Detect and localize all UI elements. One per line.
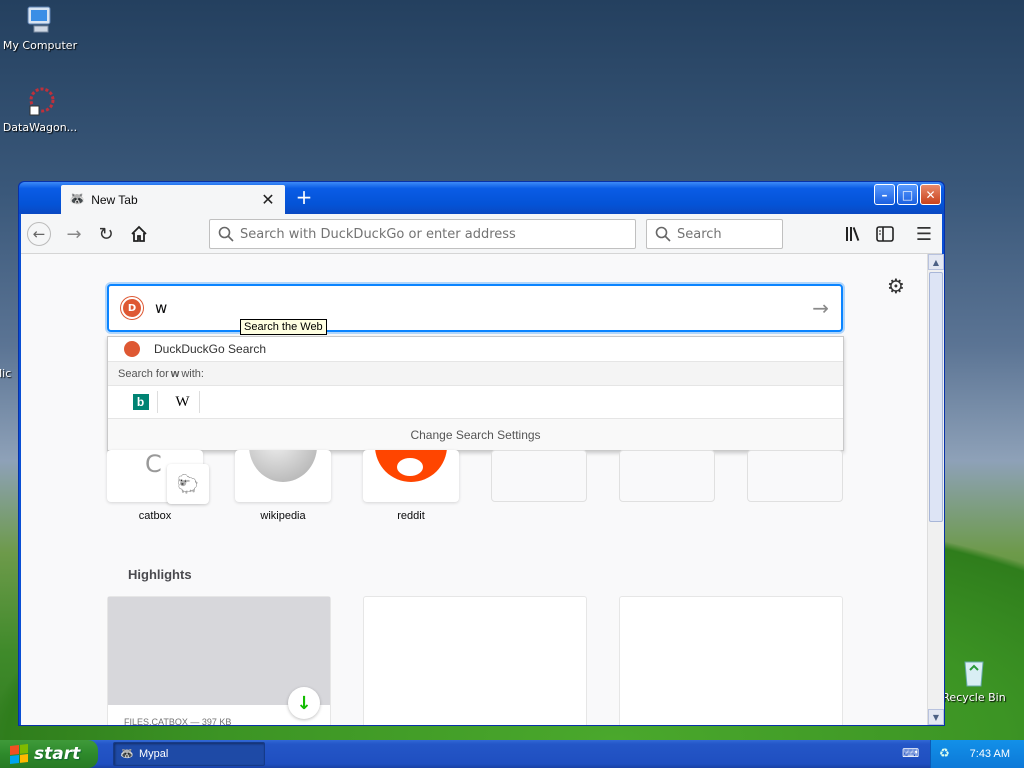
desktop-icon-label: DataWagon... (2, 121, 78, 134)
nav-toolbar: ← → ↻ Search with DuckDuckGo or enter ad… (21, 214, 942, 254)
address-bar[interactable]: Search with DuckDuckGo or enter address (209, 219, 636, 249)
maximize-button[interactable]: □ (897, 184, 918, 205)
tab-favicon-icon: 🦝 (69, 192, 86, 207)
gear-icon[interactable]: ⚙ (887, 274, 905, 298)
system-tray: ♻ 7:43 AM (930, 740, 1024, 768)
change-search-settings-button[interactable]: Change Search Settings (108, 419, 843, 450)
highlight-card-empty (619, 596, 843, 725)
top-site-label: catbox (138, 510, 172, 522)
catbox-logo-icon: C (145, 450, 162, 478)
tooltip: Search the Web (240, 319, 327, 335)
mypal-icon: 🦝 (120, 748, 134, 760)
scroll-down-icon[interactable]: ▼ (928, 709, 944, 725)
highlight-card[interactable]: ↓ FILES.CATBOX — 397 KB (107, 596, 331, 725)
newtab-search-input[interactable]: D w → (107, 284, 843, 332)
suggestion-duckduckgo[interactable]: DuckDuckGo Search (108, 337, 843, 362)
reddit-logo-icon (375, 450, 447, 482)
forward-arrow-icon[interactable]: → (61, 222, 87, 246)
my-computer-desktop-icon[interactable]: My Computer (0, 4, 80, 52)
search-placeholder: Search (677, 226, 722, 242)
highlight-card-empty (363, 596, 587, 725)
duckduckgo-icon (124, 341, 140, 357)
search-for-prefix: Search for (118, 367, 169, 380)
scrollbar-thumb[interactable] (929, 272, 943, 522)
sidebar-icon[interactable] (872, 222, 898, 246)
top-site-empty (747, 450, 843, 502)
library-icon[interactable] (841, 222, 867, 246)
task-label: Mypal (139, 748, 169, 760)
search-icon (655, 226, 671, 242)
browser-window: 🦝 New Tab ✕ + – □ ✕ ← → ↻ Search with Du… (18, 181, 945, 726)
start-label: start (34, 744, 81, 764)
datawagon-icon (24, 86, 56, 118)
tab-new-tab[interactable]: 🦝 New Tab ✕ (61, 185, 285, 214)
menu-hamburger-icon[interactable]: ☰ (911, 222, 937, 246)
search-for-term: w (170, 367, 180, 380)
suggestion-label: DuckDuckGo Search (154, 342, 267, 356)
search-input-value: w (155, 299, 168, 317)
download-icon: ↓ (288, 687, 320, 719)
highlights-title: Highlights (128, 567, 192, 582)
one-off-engines: b W (108, 386, 843, 419)
close-tab-icon[interactable]: ✕ (259, 190, 277, 209)
top-site-empty (491, 450, 587, 502)
keyboard-icon[interactable]: ⌨ (902, 746, 919, 760)
top-site-tile-reddit[interactable] (363, 450, 459, 502)
search-bar[interactable]: Search (646, 219, 783, 249)
top-site-label: reddit (397, 510, 425, 522)
home-icon[interactable] (126, 222, 152, 246)
tab-title: New Tab (91, 192, 138, 207)
wikipedia-icon: W (175, 393, 190, 410)
bing-engine-button[interactable]: b (124, 391, 158, 413)
highlight-meta: FILES.CATBOX — 397 KB (124, 717, 232, 725)
top-site-label: wikipedia (260, 510, 306, 522)
search-for-suffix: with: (181, 367, 204, 380)
back-arrow-icon[interactable]: ← (27, 222, 51, 246)
new-tab-button[interactable]: + (291, 185, 317, 209)
address-placeholder: Search with DuckDuckGo or enter address (240, 226, 516, 242)
wikipedia-engine-button[interactable]: W (166, 391, 200, 413)
vertical-scrollbar[interactable]: ▲ ▼ (927, 254, 944, 725)
scroll-up-icon[interactable]: ▲ (928, 254, 944, 270)
recycle-bin-desktop-icon[interactable]: Recycle Bin (934, 656, 1014, 704)
clock[interactable]: 7:43 AM (970, 748, 1010, 760)
start-button[interactable]: start (0, 740, 98, 768)
new-tab-page: ⚙ D w → DuckDuckGo Search Search for w w… (21, 254, 927, 725)
top-site-tile-wikipedia[interactable] (235, 450, 331, 502)
duckduckgo-icon: D (121, 297, 143, 319)
search-suggestions-dropdown: DuckDuckGo Search Search for w with: b W… (107, 336, 844, 451)
datawagon-desktop-icon[interactable]: DataWagon... (0, 86, 80, 134)
computer-icon (24, 4, 56, 36)
top-site-empty (619, 450, 715, 502)
windows-flag-icon (10, 744, 28, 764)
desktop-icon-label: Recycle Bin (942, 691, 1006, 704)
search-icon (218, 226, 234, 242)
desktop-icon-label: My Computer (2, 39, 78, 52)
search-for-header: Search for w with: (108, 362, 843, 386)
wikipedia-globe-icon (249, 450, 317, 482)
taskbar: start 🦝 Mypal ⌨ ♻ 7:43 AM (0, 740, 1024, 768)
close-window-button[interactable]: ✕ (920, 184, 941, 205)
taskbar-button-mypal[interactable]: 🦝 Mypal (113, 742, 265, 766)
search-go-arrow-icon[interactable]: → (812, 296, 829, 320)
recycle-bin-icon (958, 656, 990, 688)
title-bar[interactable]: 🦝 New Tab ✕ + – □ ✕ (19, 182, 944, 214)
network-icon[interactable]: ♻ (939, 746, 955, 762)
reload-icon[interactable]: ↻ (93, 222, 119, 246)
catbox-favicon-icon: 🐑 (167, 464, 209, 504)
bing-icon: b (132, 394, 149, 410)
minimize-button[interactable]: – (874, 184, 895, 205)
